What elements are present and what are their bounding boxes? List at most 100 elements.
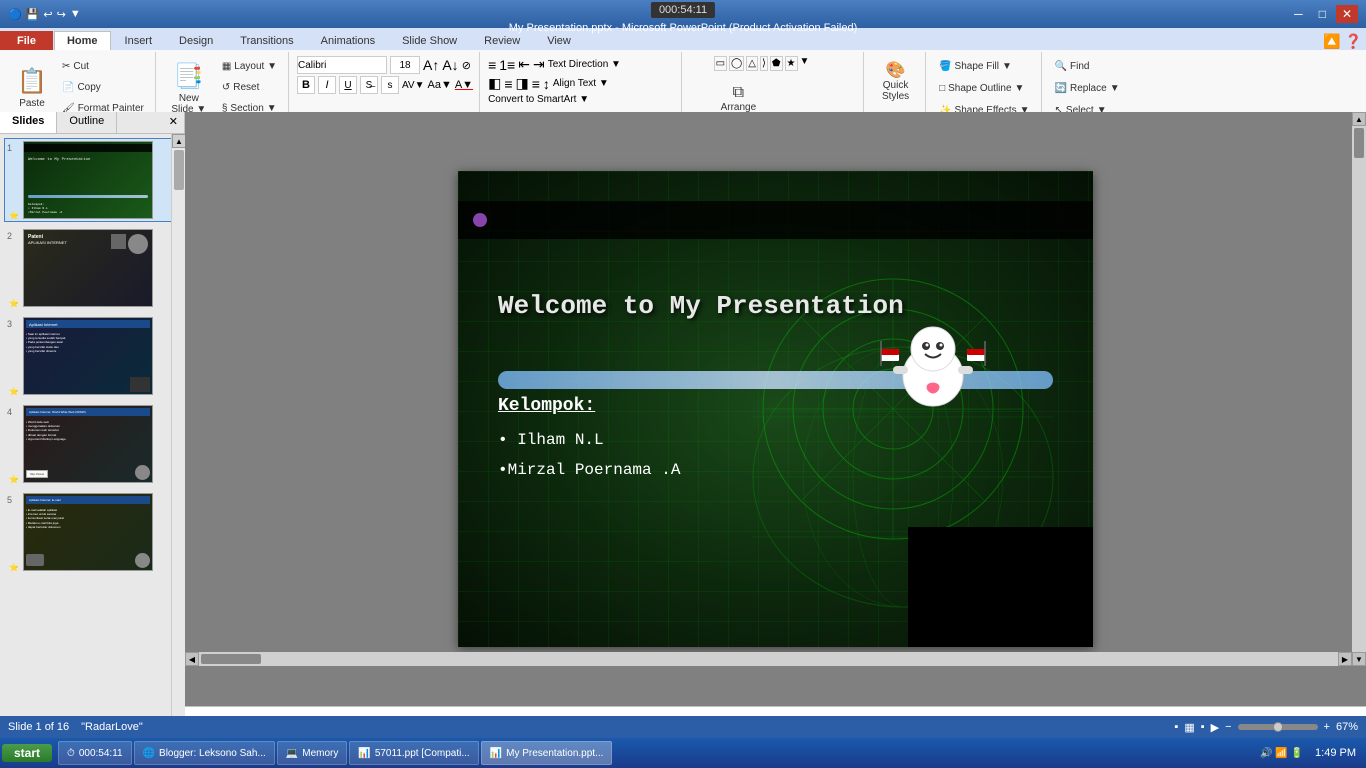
zoom-slider[interactable] xyxy=(1238,724,1318,730)
quick-access-redo[interactable]: ↪ xyxy=(57,8,66,21)
slide-bullet2[interactable]: •Mirzal Poernama .A xyxy=(498,461,680,479)
tab-slideshow[interactable]: Slide Show xyxy=(389,31,470,50)
quick-access-save[interactable]: 💾 xyxy=(26,8,40,21)
ribbon-help-icon[interactable]: 🔼 xyxy=(1323,33,1340,50)
shape-outline-dropdown-icon: ▼ xyxy=(1015,83,1025,94)
decrease-indent-icon[interactable]: ⇤ xyxy=(518,56,530,73)
shape-5-icon[interactable]: ⬟ xyxy=(770,56,783,71)
start-button[interactable]: start xyxy=(2,744,52,762)
zoom-in-icon[interactable]: + xyxy=(1324,721,1330,733)
taskbar-blogger[interactable]: 🌐 Blogger: Leksono Sah... xyxy=(134,741,275,765)
shape-3-icon[interactable]: △ xyxy=(746,56,758,71)
zoom-slider-thumb[interactable] xyxy=(1273,722,1283,732)
font-group-content: A↑ A↓ ⊘ B I U S̶ s AV▼ Aa▼ A▼ xyxy=(297,54,473,119)
minimize-button[interactable]: ─ xyxy=(1288,5,1309,23)
font-increase-icon[interactable]: A↑ xyxy=(423,57,439,73)
strikethrough-button[interactable]: S̶ xyxy=(360,76,378,94)
ribbon-collapse-icon[interactable]: ❓ xyxy=(1345,33,1362,50)
main-area: ▲ ▼ xyxy=(185,112,1366,746)
convert-smartart-icon[interactable]: Convert to SmartArt ▼ xyxy=(488,94,589,105)
outline-tab[interactable]: Outline xyxy=(57,112,117,133)
tab-animations[interactable]: Animations xyxy=(308,31,388,50)
align-left-icon[interactable]: ◧ xyxy=(488,75,501,92)
taskbar-57011[interactable]: 📊 57011.ppt [Compati... xyxy=(349,741,478,765)
slide-thumb-1[interactable]: 1 Welcome to My Presentation Kelompok: •… xyxy=(4,138,180,222)
scroll-thumb[interactable] xyxy=(174,150,184,190)
copy-button[interactable]: 📄 Copy xyxy=(57,77,149,97)
find-button[interactable]: 🔍 Find xyxy=(1050,56,1095,76)
main-scroll-down[interactable]: ▼ xyxy=(1352,652,1366,666)
numbering-icon[interactable]: 1≡ xyxy=(499,57,515,73)
shape-4-icon[interactable]: ⟩ xyxy=(760,56,768,71)
new-slide-button[interactable]: 📑 NewSlide ▼ xyxy=(164,56,214,120)
shape-2-icon[interactable]: ◯ xyxy=(729,56,744,71)
font-decrease-icon[interactable]: A↓ xyxy=(442,57,458,73)
tab-transitions[interactable]: Transitions xyxy=(227,31,306,50)
close-button[interactable]: ✕ xyxy=(1336,5,1358,23)
italic-button[interactable]: I xyxy=(318,76,336,94)
clear-format-icon[interactable]: ⊘ xyxy=(462,59,471,72)
shape-more-icon[interactable]: ▼ xyxy=(800,56,810,71)
tab-file[interactable]: File xyxy=(0,31,53,50)
slide-thumb-2[interactable]: 2 Pateni APLIKASI INTERNET ⭐ xyxy=(4,226,180,310)
restore-button[interactable]: □ xyxy=(1313,5,1332,23)
hscroll-right[interactable]: ▶ xyxy=(1338,652,1352,666)
paste-button[interactable]: 📋 Paste xyxy=(10,56,54,120)
taskbar-presentation[interactable]: 📊 My Presentation.ppt... xyxy=(481,741,613,765)
slide-thumb-3[interactable]: 3 Aplikasi Internet • Saat ini aplikasi … xyxy=(4,314,180,398)
slide-thumb-4[interactable]: 4 Aplikasi Internet: World Wide Web (WWW… xyxy=(4,402,180,486)
line-spacing-icon[interactable]: ↕ xyxy=(543,76,550,92)
slide-main-title[interactable]: Welcome to My Presentation xyxy=(498,291,904,321)
hscroll-thumb[interactable] xyxy=(201,654,261,664)
57011-label: 57011.ppt [Compati... xyxy=(375,748,470,759)
slide-canvas[interactable]: Welcome to My Presentation Kelompok: • I… xyxy=(458,171,1093,647)
justify-icon[interactable]: ≡ xyxy=(532,76,540,92)
view-slideshow-icon[interactable]: ▶ xyxy=(1211,721,1219,734)
align-center-icon[interactable]: ≡ xyxy=(504,76,512,92)
quick-access-undo[interactable]: ↩ xyxy=(43,8,52,21)
taskbar-timer[interactable]: ⏱ 000:54:11 xyxy=(58,741,132,765)
font-color-icon[interactable]: A▼ xyxy=(455,79,473,91)
shape-1-icon[interactable]: ▭ xyxy=(714,56,727,71)
underline-button[interactable]: U xyxy=(339,76,357,94)
scroll-up-button[interactable]: ▲ xyxy=(172,134,186,148)
shape-fill-button[interactable]: 🪣 Shape Fill ▼ xyxy=(934,56,1017,76)
align-right-icon[interactable]: ◨ xyxy=(515,75,528,92)
zoom-out-icon[interactable]: − xyxy=(1225,721,1231,733)
slide-preview-5: Aplikasi Internet: E-mail • E-mail adala… xyxy=(23,493,153,571)
font-case-icon[interactable]: Aa▼ xyxy=(428,79,452,91)
panel-close-button[interactable]: ✕ xyxy=(163,112,184,133)
align-text-icon[interactable]: Align Text ▼ xyxy=(553,78,609,89)
tab-home[interactable]: Home xyxy=(54,31,111,50)
shape-outline-button[interactable]: □ Shape Outline ▼ xyxy=(934,78,1029,98)
quick-styles-button[interactable]: 🎨 QuickStyles xyxy=(874,56,918,106)
cut-button[interactable]: ✂ Cut xyxy=(57,56,149,76)
quick-access-more[interactable]: ▼ xyxy=(70,8,81,20)
main-scroll-thumb[interactable] xyxy=(1354,128,1364,158)
layout-button[interactable]: ▦ Layout ▼ xyxy=(217,56,282,76)
tab-design[interactable]: Design xyxy=(166,31,226,50)
char-spacing-icon[interactable]: AV▼ xyxy=(402,80,425,91)
slides-tab[interactable]: Slides xyxy=(0,112,57,133)
font-size-input[interactable] xyxy=(390,56,420,74)
text-direction-icon[interactable]: Text Direction ▼ xyxy=(548,59,621,70)
slide-thumb-5[interactable]: 5 Aplikasi Internet: E-mail • E-mail ada… xyxy=(4,490,180,574)
shadow-button[interactable]: s xyxy=(381,76,399,94)
replace-button[interactable]: 🔄 Replace ▼ xyxy=(1050,78,1125,98)
shape-6-icon[interactable]: ★ xyxy=(785,56,798,71)
reset-button[interactable]: ↺ Reset xyxy=(217,77,282,97)
view-normal-icon[interactable]: ▪ xyxy=(1174,721,1178,733)
bullets-icon[interactable]: ≡ xyxy=(488,57,496,73)
tab-insert[interactable]: Insert xyxy=(112,31,166,50)
increase-indent-icon[interactable]: ⇥ xyxy=(533,56,545,73)
bold-button[interactable]: B xyxy=(297,76,315,94)
font-name-input[interactable] xyxy=(297,56,387,74)
taskbar-memory[interactable]: 💻 Memory xyxy=(277,741,348,765)
view-reading-icon[interactable]: ▪ xyxy=(1201,721,1205,733)
slide-bullet1[interactable]: • Ilham N.L xyxy=(498,431,604,449)
view-slide-sorter-icon[interactable]: ▦ xyxy=(1184,721,1194,734)
slide-info: Slide 1 of 16 xyxy=(8,721,69,733)
hscroll-left[interactable]: ◀ xyxy=(185,652,199,666)
main-scroll-up[interactable]: ▲ xyxy=(1352,112,1366,126)
slide-group-label[interactable]: Kelompok: xyxy=(498,396,595,416)
